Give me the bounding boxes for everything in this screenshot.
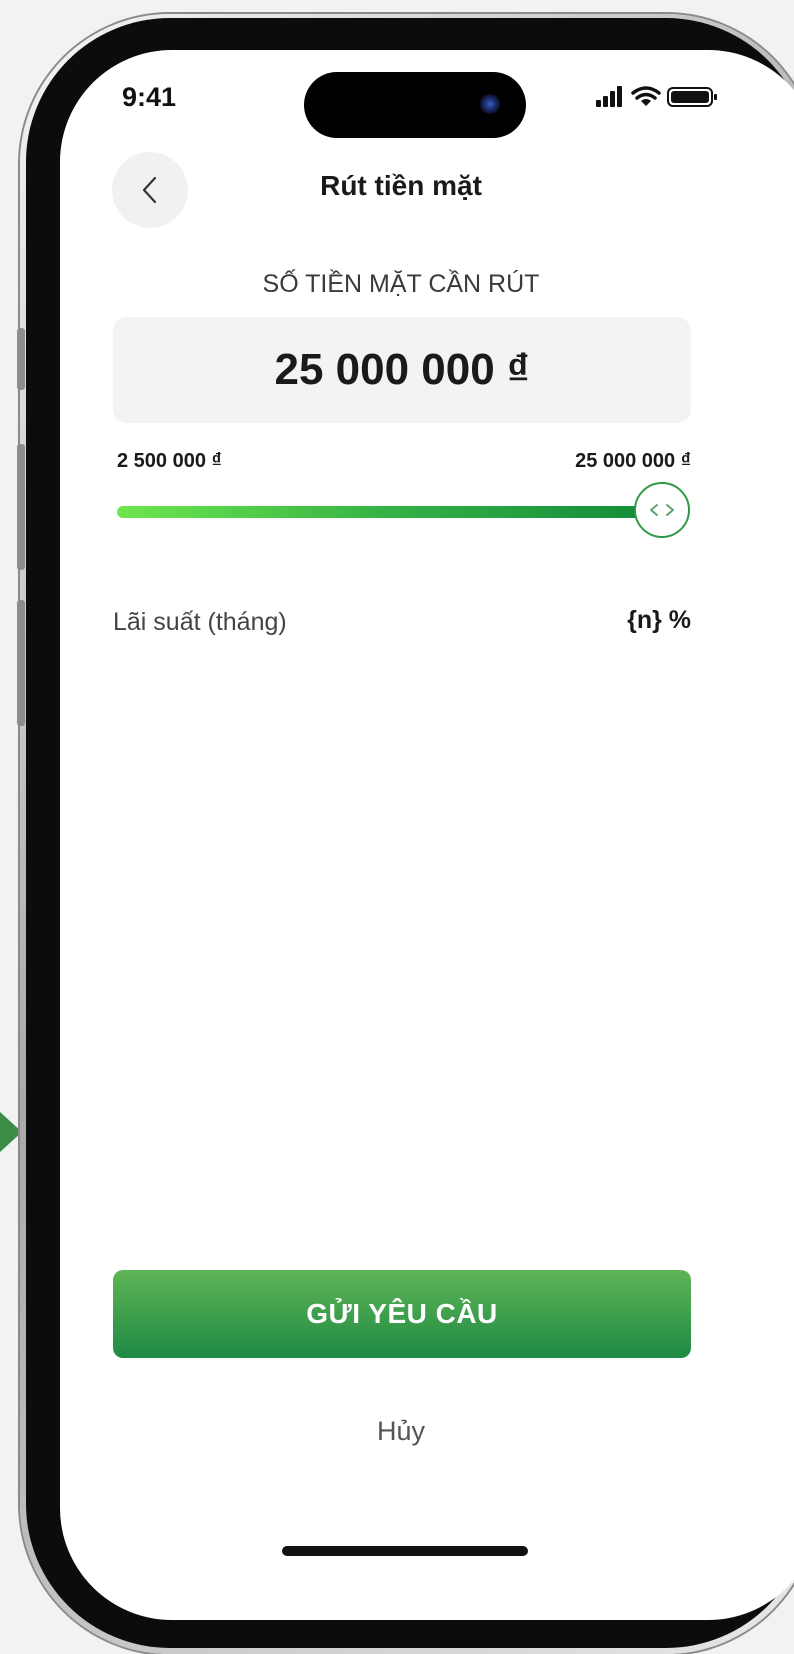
side-button-volume-up <box>17 444 25 570</box>
amount-field[interactable]: 25 000 000 ₫ <box>113 317 691 423</box>
camera-icon <box>480 94 500 114</box>
page-title: Rút tiền mặt <box>320 170 482 201</box>
pointer-arrow-decoration <box>0 1112 22 1152</box>
amount-slider-thumb[interactable] <box>634 482 690 538</box>
slider-min-label: 2 500 000 ₫ <box>117 450 222 472</box>
status-icons <box>596 86 724 108</box>
interest-rate-value: {n} % <box>627 606 691 634</box>
slider-max-label: 25 000 000 ₫ <box>575 450 691 472</box>
status-time: 9:41 <box>122 82 177 112</box>
dynamic-island <box>304 72 526 138</box>
submit-request-button[interactable]: GỬI YÊU CẦU <box>113 1270 691 1358</box>
code-arrows-icon <box>650 504 674 516</box>
amount-slider-track[interactable] <box>117 506 665 518</box>
amount-value: 25 000 000 ₫ <box>274 345 530 394</box>
amount-label: SỐ TIỀN MẶT CẦN RÚT <box>262 270 540 298</box>
side-button-volume-down <box>17 600 25 726</box>
interest-rate-label: Lãi suất (tháng) <box>113 608 287 636</box>
side-button-silent <box>17 328 25 390</box>
wifi-icon <box>631 86 661 106</box>
battery-icon <box>667 87 717 107</box>
home-indicator <box>282 1546 528 1556</box>
cancel-button[interactable]: Hủy <box>60 1416 742 1447</box>
app-screen: 9:41 Rút tiền mặt SỐ TIỀN MẶT CẦN RÚT 25… <box>60 50 794 1620</box>
signal-icon <box>596 86 622 107</box>
